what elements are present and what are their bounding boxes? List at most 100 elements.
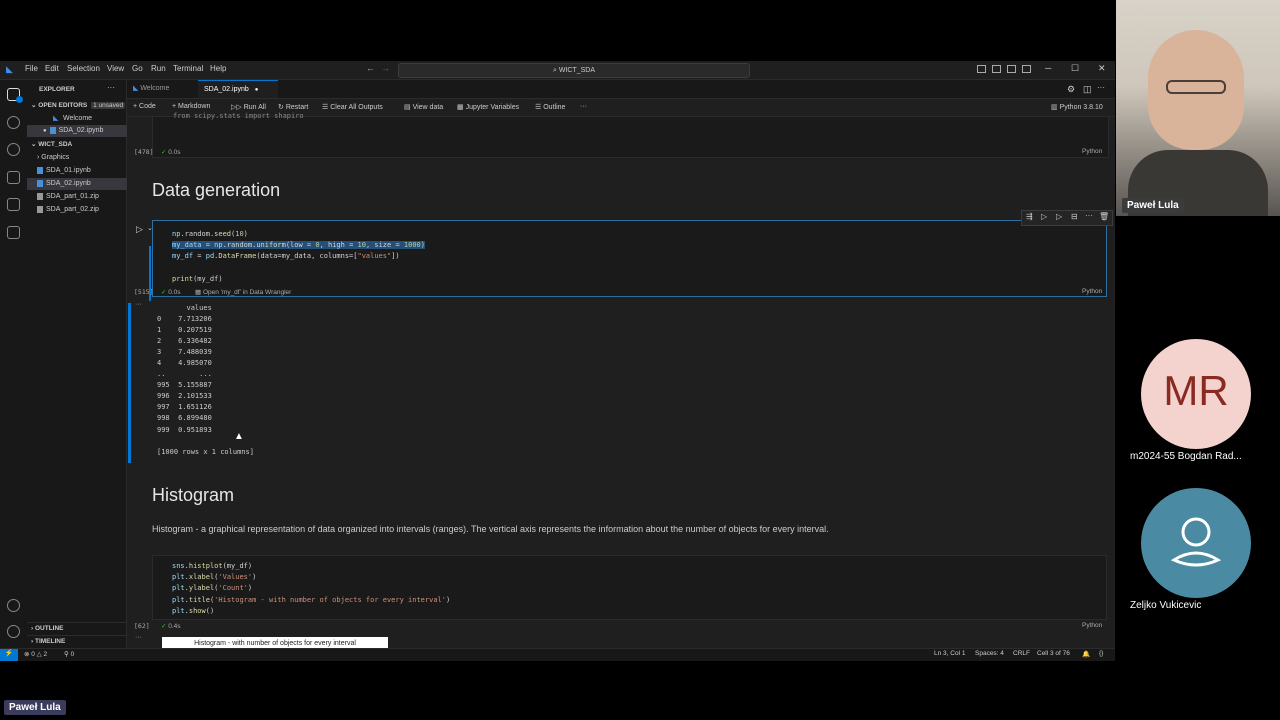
- outline-header[interactable]: › OUTLINE: [27, 622, 126, 635]
- output-more-icon[interactable]: ···: [135, 301, 142, 308]
- data-wrangler-link[interactable]: ▦ Open 'my_df' in Data Wrangler: [195, 288, 291, 296]
- cell-indicator[interactable]: Cell 3 of 76: [1037, 650, 1070, 657]
- menu-run[interactable]: Run: [151, 64, 166, 73]
- customize-layout-icon[interactable]: [977, 65, 986, 73]
- menu-help[interactable]: Help: [210, 64, 226, 73]
- settings-gear-icon[interactable]: [7, 625, 20, 638]
- toggle-sidebar-icon[interactable]: [992, 65, 1001, 73]
- clear-icon: ☰: [322, 104, 331, 111]
- exec-time: 0.0s: [168, 289, 181, 296]
- presenter-glasses: [1166, 80, 1226, 94]
- output-line: .. ...: [157, 370, 212, 379]
- menu-edit[interactable]: Edit: [45, 64, 59, 73]
- indentation[interactable]: Spaces: 4: [975, 650, 1004, 657]
- gear-icon[interactable]: ⚙: [1067, 84, 1075, 95]
- execute-above-icon[interactable]: ▷: [1041, 212, 1047, 221]
- menu-file[interactable]: File: [25, 64, 38, 73]
- kernel-picker[interactable]: ▥ Python 3.8.10: [1051, 103, 1103, 111]
- code-cell-data-generation[interactable]: ▷ ⌄ np.random.seed(10) my_data = np.rand…: [136, 210, 1113, 301]
- back-arrow-icon[interactable]: ←: [366, 63, 375, 73]
- tree-item-label: SDA_01.ipynb: [46, 167, 91, 174]
- output-more-icon[interactable]: ···: [135, 634, 142, 641]
- cell-language[interactable]: Python: [1082, 148, 1102, 155]
- jupyter-variables-button[interactable]: ▦ Jupyter Variables: [457, 103, 519, 111]
- cell-language[interactable]: Python: [1082, 622, 1102, 629]
- ports-indicator[interactable]: ⚲ 0: [64, 650, 74, 658]
- toggle-secondary-sidebar-icon[interactable]: [1022, 65, 1031, 73]
- markdown-paragraph: Histogram - a graphical representation o…: [152, 524, 829, 534]
- cell-language[interactable]: Python: [1082, 288, 1102, 295]
- tab-sda02[interactable]: SDA_02.ipynb ●: [198, 80, 278, 98]
- tree-item-graphics[interactable]: › Graphics: [27, 152, 136, 164]
- split-editor-icon[interactable]: ◫: [1083, 84, 1092, 95]
- toggle-panel-icon[interactable]: [1007, 65, 1016, 73]
- delete-icon[interactable]: 🗑: [1099, 212, 1109, 221]
- cell-status: ✓ 0.4s: [161, 622, 181, 630]
- extensions-icon[interactable]: [7, 198, 20, 211]
- participant-avatar-zv[interactable]: [1141, 488, 1251, 598]
- run-debug-icon[interactable]: [7, 171, 20, 184]
- line-endings[interactable]: CRLF: [1013, 650, 1030, 657]
- source-control-icon[interactable]: [7, 143, 20, 156]
- account-icon[interactable]: [7, 599, 20, 612]
- code-cell-previous[interactable]: from scipy.stats import shapiro: [152, 112, 1109, 158]
- output-line: 998 6.899480: [157, 414, 212, 423]
- play-icon: ▷▷: [231, 104, 244, 111]
- run-cell-icon[interactable]: ▷: [136, 224, 143, 235]
- exec-time: 0.4s: [168, 623, 181, 630]
- tree-item-sda02[interactable]: SDA_02.ipynb: [27, 178, 136, 190]
- open-editors-header[interactable]: ⌄ OPEN EDITORS 1 unsaved: [27, 100, 126, 112]
- menu-terminal[interactable]: Terminal: [173, 64, 203, 73]
- menu-view[interactable]: View: [107, 64, 124, 73]
- view-data-button[interactable]: ▤ View data: [404, 103, 443, 111]
- run-by-line-icon[interactable]: ⇶: [1026, 212, 1033, 221]
- bell-icon[interactable]: 🔔: [1082, 650, 1090, 658]
- kernel-icon: ▥: [1051, 104, 1060, 111]
- menu-selection[interactable]: Selection: [67, 64, 100, 73]
- participant-avatar-mr[interactable]: MR: [1141, 339, 1251, 449]
- open-editor-sda02[interactable]: ● SDA_02.ipynb: [27, 125, 142, 137]
- remote-icon[interactable]: ⚡: [0, 649, 18, 661]
- tree-item-zip2[interactable]: SDA_part_02.zip: [27, 204, 136, 216]
- timeline-header[interactable]: › TIMELINE: [27, 635, 126, 648]
- outline-button[interactable]: ☰ Outline: [535, 103, 565, 111]
- close-icon[interactable]: ✕: [1098, 63, 1106, 74]
- more-actions-icon[interactable]: ···: [1085, 211, 1093, 220]
- maximize-icon[interactable]: ☐: [1071, 63, 1079, 74]
- run-all-button[interactable]: ▷▷ Run All: [231, 103, 266, 111]
- folder-header[interactable]: ⌄ WICT_SDA: [27, 139, 126, 151]
- execute-below-icon[interactable]: ▷: [1056, 212, 1062, 221]
- more-actions-icon[interactable]: ···: [580, 103, 587, 110]
- restart-button[interactable]: ↻ Restart: [278, 103, 308, 111]
- command-center[interactable]: ⌕ WICT_SDA: [398, 63, 750, 78]
- vscode-icon: ◣: [53, 115, 59, 122]
- code-editor[interactable]: sns.histplot(my_df) plt.xlabel('Values')…: [172, 561, 450, 617]
- tree-item-zip1[interactable]: SDA_part_01.zip: [27, 191, 136, 203]
- clear-outputs-button[interactable]: ☰ Clear All Outputs: [322, 103, 383, 111]
- data-wrangler-label: Open 'my_df' in Data Wrangler: [202, 289, 292, 296]
- add-markdown-button[interactable]: + Markdown: [172, 103, 210, 110]
- code-cell-histogram[interactable]: sns.histplot(my_df) plt.xlabel('Values')…: [152, 555, 1107, 620]
- add-code-button[interactable]: + Code: [133, 103, 156, 110]
- more-actions-icon[interactable]: ···: [107, 83, 115, 92]
- cell-status: ✓ 0.0s: [161, 288, 181, 296]
- chevron-down-icon[interactable]: ⌄: [147, 224, 153, 232]
- presenter-video: Paweł Lula: [1116, 0, 1280, 216]
- code-editor[interactable]: np.random.seed(10) my_data = np.random.u…: [172, 229, 425, 285]
- testing-icon[interactable]: [7, 226, 20, 239]
- menu-go[interactable]: Go: [132, 64, 143, 73]
- zip-file-icon: [37, 205, 43, 213]
- cursor-position[interactable]: Ln 3, Col 1: [934, 650, 965, 657]
- more-actions-icon[interactable]: ···: [1097, 83, 1105, 92]
- split-cell-icon[interactable]: ⊟: [1071, 212, 1078, 221]
- tab-welcome[interactable]: ◣ Welcome: [127, 80, 209, 98]
- minimize-icon[interactable]: ─: [1045, 63, 1051, 73]
- explorer-sidebar: EXPLORER ··· ⌄ OPEN EDITORS 1 unsaved ◣ W…: [27, 80, 142, 648]
- output-focus-indicator: [128, 303, 131, 463]
- tree-item-sda01[interactable]: SDA_01.ipynb: [27, 165, 136, 177]
- forward-arrow-icon[interactable]: →: [381, 63, 390, 73]
- cell-toolbar: ⇶ ▷ ▷ ⊟ ··· 🗑: [1021, 210, 1113, 226]
- search-icon[interactable]: [7, 116, 20, 129]
- problems-indicator[interactable]: ⊗ 0 △ 2: [24, 650, 47, 658]
- braces-icon[interactable]: {}: [1099, 650, 1103, 657]
